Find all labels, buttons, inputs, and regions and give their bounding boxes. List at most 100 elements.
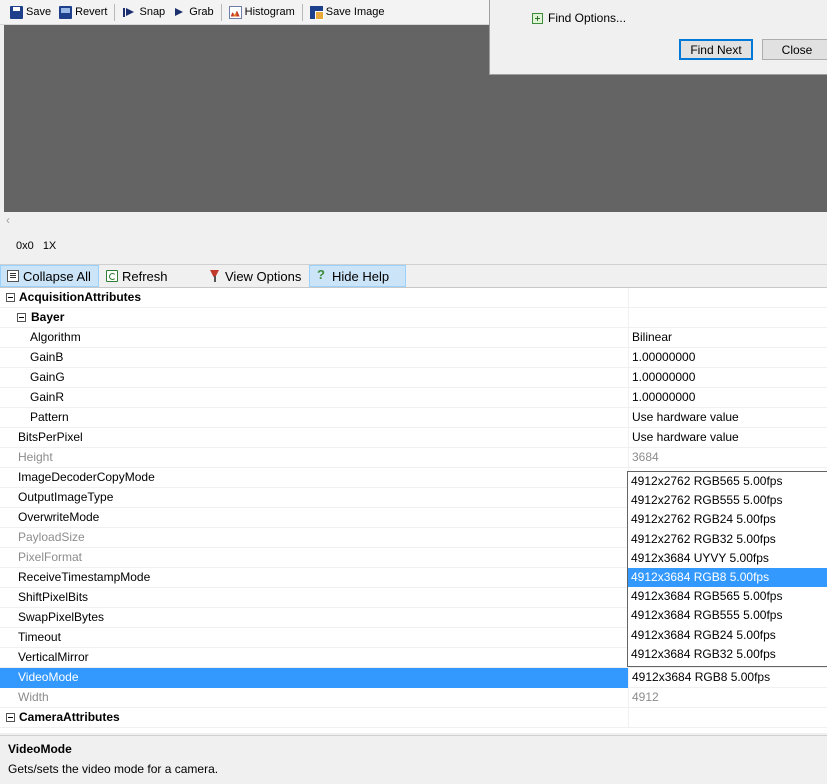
toolbar-separator bbox=[301, 3, 303, 21]
property-name: SwapPixelBytes bbox=[18, 610, 105, 624]
scroll-left-arrow-icon[interactable]: ‹ bbox=[6, 213, 16, 227]
category-row[interactable]: Bayer bbox=[0, 308, 827, 328]
grab-label: Grab bbox=[189, 6, 214, 18]
property-row[interactable]: BitsPerPixel Use hardware value bbox=[0, 428, 827, 448]
video-mode-dropdown-list[interactable]: 4912x2762 RGB565 5.00fps 4912x2762 RGB555… bbox=[627, 471, 827, 667]
revert-button[interactable]: Revert bbox=[55, 2, 111, 23]
property-name: GainR bbox=[30, 390, 65, 404]
property-row[interactable]: GainR 1.00000000 bbox=[0, 388, 827, 408]
toolbar-separator bbox=[114, 3, 116, 21]
property-name: ReceiveTimestampMode bbox=[18, 570, 151, 584]
property-name: BitsPerPixel bbox=[18, 430, 83, 444]
property-value: 3684 bbox=[628, 448, 827, 468]
property-name: GainB bbox=[30, 350, 64, 364]
property-value[interactable]: Bilinear bbox=[628, 328, 827, 348]
property-row[interactable]: Pattern Use hardware value bbox=[0, 408, 827, 428]
save-button[interactable]: Save bbox=[6, 2, 55, 23]
property-value[interactable] bbox=[628, 288, 827, 308]
expand-plus-icon bbox=[532, 12, 543, 24]
hide-help-button[interactable]: Hide Help bbox=[309, 265, 406, 287]
find-dialog: Find Options... Find Next Close bbox=[489, 0, 827, 75]
property-name: ShiftPixelBits bbox=[18, 590, 89, 604]
property-name: AcquisitionAttributes bbox=[19, 290, 141, 304]
property-row[interactable]: Algorithm Bilinear bbox=[0, 328, 827, 348]
category-row[interactable]: AcquisitionAttributes bbox=[0, 288, 827, 308]
property-name: Pattern bbox=[30, 410, 69, 424]
dropdown-option[interactable]: 4912x2762 RGB32 5.00fps bbox=[628, 530, 827, 549]
view-options-button[interactable]: View Options bbox=[202, 265, 309, 287]
save-label: Save bbox=[26, 6, 52, 18]
refresh-label: Refresh bbox=[122, 268, 168, 284]
image-status: 0x0 1X bbox=[16, 240, 62, 252]
dropdown-option[interactable]: 4912x2762 RGB555 5.00fps bbox=[628, 491, 827, 510]
revert-icon bbox=[59, 5, 73, 19]
property-value[interactable]: 1.00000000 bbox=[628, 368, 827, 388]
zoom-level: 1X bbox=[42, 240, 57, 252]
property-name: PayloadSize bbox=[18, 530, 85, 544]
property-row[interactable]: VideoMode 4912x3684 RGB8 5.00fps bbox=[0, 668, 827, 688]
find-options-expander[interactable]: Find Options... bbox=[532, 11, 626, 25]
save-icon bbox=[10, 5, 23, 19]
toolbar-separator bbox=[220, 3, 222, 21]
refresh-button[interactable]: Refresh bbox=[99, 265, 202, 287]
play-icon bbox=[173, 6, 186, 19]
property-row[interactable]: Width 4912 bbox=[0, 688, 827, 708]
property-value[interactable]: 4912x3684 RGB8 5.00fps bbox=[628, 668, 827, 688]
property-name: Height bbox=[18, 450, 53, 464]
property-name: Algorithm bbox=[30, 330, 81, 344]
help-panel: VideoMode Gets/sets the video mode for a… bbox=[0, 735, 827, 784]
save-image-button[interactable]: Save Image bbox=[306, 2, 389, 23]
dropdown-option[interactable]: 4912x3684 RGB565 5.00fps bbox=[628, 587, 827, 606]
close-button[interactable]: Close bbox=[762, 39, 827, 60]
dropdown-option[interactable]: 4912x3684 RGB24 5.00fps bbox=[628, 626, 827, 645]
dropdown-option[interactable]: 4912x3684 RGB555 5.00fps bbox=[628, 606, 827, 625]
dropdown-option[interactable]: 4912x3684 UYVY 5.00fps bbox=[628, 549, 827, 568]
property-value[interactable] bbox=[628, 308, 827, 328]
property-name: OutputImageType bbox=[18, 490, 114, 504]
property-value[interactable] bbox=[628, 708, 827, 728]
find-next-button[interactable]: Find Next bbox=[679, 39, 753, 60]
property-name: CameraAttributes bbox=[19, 710, 120, 724]
property-name: Width bbox=[18, 690, 49, 704]
property-row[interactable]: GainB 1.00000000 bbox=[0, 348, 827, 368]
property-name: OverwriteMode bbox=[18, 510, 100, 524]
property-value[interactable]: 1.00000000 bbox=[628, 348, 827, 368]
main-toolbar: Save Revert Snap Grab Histogram Save Ima… bbox=[0, 0, 490, 25]
property-row[interactable]: GainG 1.00000000 bbox=[0, 368, 827, 388]
dropdown-option[interactable]: 4912x2762 RGB565 5.00fps bbox=[628, 472, 827, 491]
category-row[interactable]: CameraAttributes bbox=[0, 708, 827, 728]
snap-label: Snap bbox=[139, 6, 166, 18]
property-name: PixelFormat bbox=[18, 550, 83, 564]
property-name: GainG bbox=[30, 370, 65, 384]
collapse-all-label: Collapse All bbox=[23, 268, 91, 284]
histogram-label: Histogram bbox=[244, 6, 295, 18]
refresh-icon bbox=[106, 270, 118, 282]
collapse-all-button[interactable]: Collapse All bbox=[0, 265, 99, 287]
property-name: Bayer bbox=[31, 310, 65, 324]
dropdown-option[interactable]: 4912x3684 RGB32 5.00fps bbox=[628, 645, 827, 664]
save-image-label: Save Image bbox=[325, 6, 385, 18]
property-value[interactable]: Use hardware value bbox=[628, 408, 827, 428]
filter-icon bbox=[209, 270, 221, 282]
help-icon bbox=[316, 267, 328, 282]
view-options-label: View Options bbox=[225, 268, 302, 284]
property-name: Timeout bbox=[18, 630, 61, 644]
snap-button[interactable]: Snap bbox=[118, 2, 169, 23]
snap-icon bbox=[122, 6, 136, 19]
histogram-button[interactable]: Histogram bbox=[225, 2, 299, 23]
collapse-icon bbox=[7, 270, 19, 282]
histogram-icon bbox=[228, 5, 242, 19]
property-value: 4912 bbox=[628, 688, 827, 708]
horizontal-scrollbar[interactable] bbox=[0, 212, 827, 229]
hide-help-label: Hide Help bbox=[332, 268, 390, 284]
dropdown-option[interactable]: 4912x2762 RGB24 5.00fps bbox=[628, 510, 827, 529]
property-row[interactable]: Height 3684 bbox=[0, 448, 827, 468]
revert-label: Revert bbox=[75, 6, 108, 18]
dropdown-option[interactable]: 4912x3684 RGB8 5.00fps bbox=[628, 567, 827, 588]
help-description: Gets/sets the video mode for a camera. bbox=[8, 762, 219, 776]
grab-button[interactable]: Grab bbox=[169, 2, 217, 23]
property-value[interactable]: 1.00000000 bbox=[628, 388, 827, 408]
property-value[interactable]: Use hardware value bbox=[628, 428, 827, 448]
property-grid-toolbar: Collapse All Refresh View Options Hide H… bbox=[0, 264, 827, 288]
find-options-label: Find Options... bbox=[548, 11, 627, 25]
